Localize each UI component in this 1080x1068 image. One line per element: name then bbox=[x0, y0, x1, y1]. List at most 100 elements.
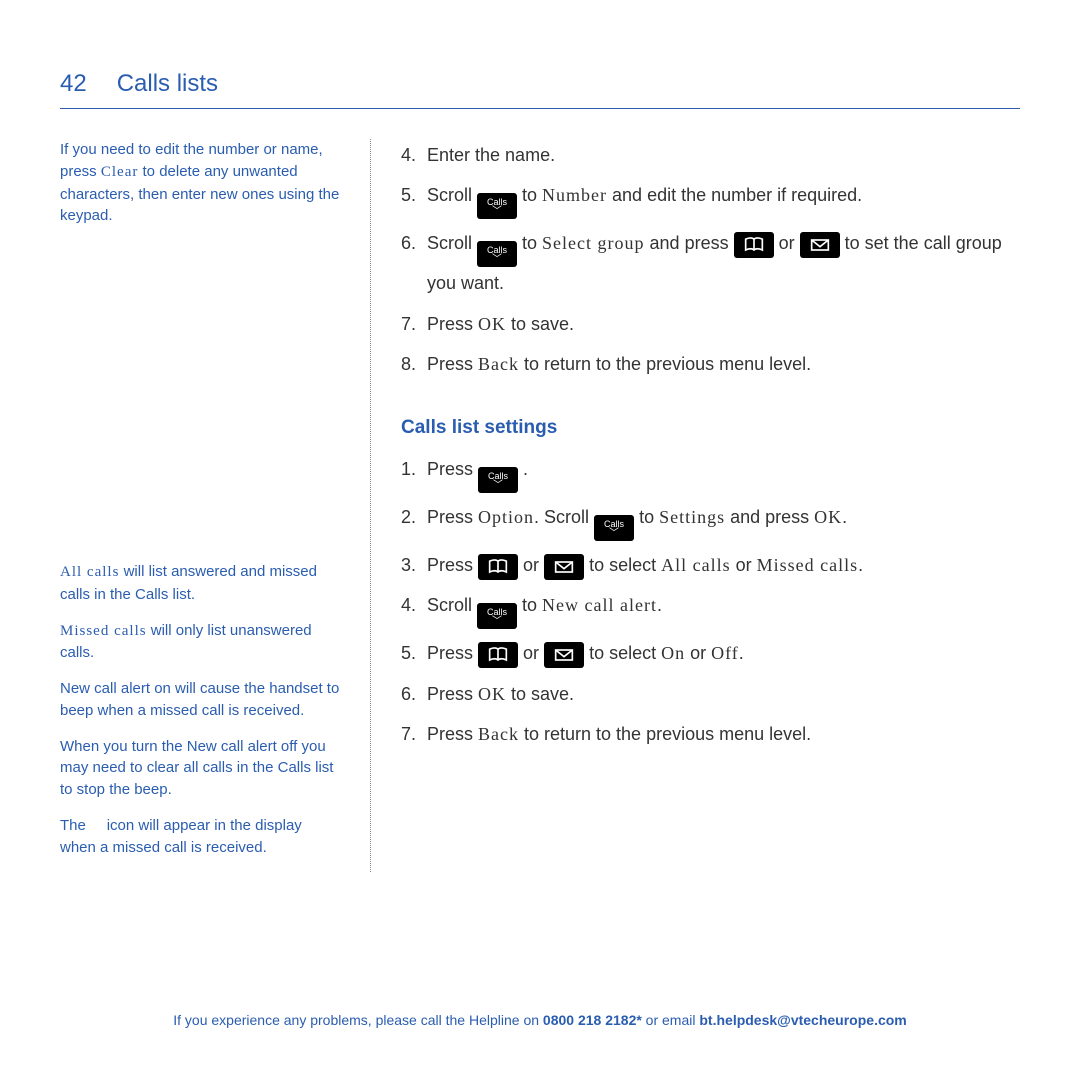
text: Press bbox=[427, 459, 478, 479]
stepb-6: 6. Press OK to save. bbox=[401, 678, 1020, 710]
calls-down-key-icon: Calls﹀ bbox=[477, 241, 517, 267]
text: Press bbox=[427, 724, 478, 744]
footer-text: If you experience any problems, please c… bbox=[173, 1012, 543, 1028]
step-number: 7. bbox=[401, 308, 416, 340]
envelope-key-icon bbox=[800, 232, 840, 258]
text: . bbox=[657, 595, 662, 615]
step-number: 2. bbox=[401, 501, 416, 533]
calls-down-key-icon: Calls﹀ bbox=[477, 603, 517, 629]
text: Press bbox=[427, 314, 478, 334]
sidebar-note-allcalls: All calls will list answered and missed … bbox=[60, 561, 340, 606]
text: . bbox=[858, 555, 863, 575]
sidebar-note-missedcalls: Missed calls will only list unanswered c… bbox=[60, 620, 340, 665]
footer-text: or email bbox=[642, 1012, 700, 1028]
text: to save. bbox=[506, 684, 574, 704]
step-6: 6. Scroll Calls﹀ to Select group and pre… bbox=[401, 227, 1020, 299]
text: Press bbox=[427, 354, 478, 374]
text: and edit the number if required. bbox=[607, 185, 862, 205]
step-number: 5. bbox=[401, 637, 416, 669]
text: icon will appear in the display when a m… bbox=[60, 817, 302, 856]
step-7: 7. Press OK to save. bbox=[401, 308, 1020, 340]
missed-calls-label: Missed calls bbox=[757, 555, 859, 575]
sidebar-note-edit: If you need to edit the number or name, … bbox=[60, 139, 340, 227]
all-calls-label: All calls bbox=[60, 564, 119, 580]
new-call-alert-label: New call alert bbox=[542, 595, 657, 615]
text: . bbox=[739, 643, 744, 663]
text: or bbox=[523, 643, 544, 663]
step-4: 4. Enter the name. bbox=[401, 139, 1020, 171]
text: to select bbox=[589, 643, 661, 663]
clear-label: Clear bbox=[101, 164, 138, 180]
book-key-icon bbox=[478, 642, 518, 668]
calls-down-key-icon: Calls﹀ bbox=[594, 515, 634, 541]
section-title: Calls lists bbox=[117, 70, 218, 98]
text: . bbox=[842, 507, 847, 527]
on-label: On bbox=[661, 643, 685, 663]
off-label: Off bbox=[711, 643, 739, 663]
page-footer: If you experience any problems, please c… bbox=[60, 1012, 1020, 1028]
text: to bbox=[522, 233, 542, 253]
ok-label: OK bbox=[478, 684, 506, 704]
text: to return to the previous menu level. bbox=[519, 724, 811, 744]
step-5: 5. Scroll Calls﹀ to Number and edit the … bbox=[401, 179, 1020, 219]
text: . bbox=[523, 459, 528, 479]
missed-calls-label: Missed calls bbox=[60, 623, 147, 639]
step-number: 4. bbox=[401, 139, 416, 171]
sidebar-notes: If you need to edit the number or name, … bbox=[60, 139, 340, 872]
text: Press bbox=[427, 643, 478, 663]
envelope-key-icon bbox=[544, 642, 584, 668]
page-header: 42 Calls lists bbox=[60, 70, 1020, 109]
select-group-label: Select group bbox=[542, 233, 644, 253]
ok-label: OK bbox=[814, 507, 842, 527]
calls-down-key-icon: Calls﹀ bbox=[478, 467, 518, 493]
step-number: 6. bbox=[401, 227, 416, 259]
all-calls-label: All calls bbox=[661, 555, 731, 575]
step-8: 8. Press Back to return to the previous … bbox=[401, 348, 1020, 380]
helpline-phone: 0800 218 2182* bbox=[543, 1012, 642, 1028]
page-number: 42 bbox=[60, 70, 87, 98]
text: and press bbox=[645, 233, 734, 253]
text: . Scroll bbox=[534, 507, 594, 527]
helpdesk-email: bt.helpdesk@vtecheurope.com bbox=[699, 1012, 906, 1028]
stepb-4: 4. Scroll Calls﹀ to New call alert. bbox=[401, 589, 1020, 629]
column-divider bbox=[370, 139, 371, 872]
text: to save. bbox=[506, 314, 574, 334]
stepb-2: 2. Press Option. Scroll Calls﹀ to Settin… bbox=[401, 501, 1020, 541]
main-instructions: 4. Enter the name. 5. Scroll Calls﹀ to N… bbox=[401, 139, 1020, 872]
text: Scroll bbox=[427, 185, 477, 205]
text: to return to the previous menu level. bbox=[519, 354, 811, 374]
step-number: 1. bbox=[401, 453, 416, 485]
step-number: 3. bbox=[401, 549, 416, 581]
back-label: Back bbox=[478, 354, 519, 374]
text: to select bbox=[589, 555, 661, 575]
instruction-list-a: 4. Enter the name. 5. Scroll Calls﹀ to N… bbox=[401, 139, 1020, 381]
book-key-icon bbox=[734, 232, 774, 258]
option-label: Option bbox=[478, 507, 534, 527]
text: The bbox=[60, 817, 90, 834]
text: or bbox=[685, 643, 711, 663]
stepb-1: 1. Press Calls﹀ . bbox=[401, 453, 1020, 493]
step-number: 8. bbox=[401, 348, 416, 380]
text: to bbox=[522, 595, 542, 615]
envelope-key-icon bbox=[544, 554, 584, 580]
text: Press bbox=[427, 684, 478, 704]
sidebar-note-icon: The icon will appear in the display when… bbox=[60, 815, 340, 859]
step-number: 4. bbox=[401, 589, 416, 621]
stepb-7: 7. Press Back to return to the previous … bbox=[401, 718, 1020, 750]
settings-label: Settings bbox=[659, 507, 725, 527]
text: or bbox=[779, 233, 800, 253]
step-number: 6. bbox=[401, 678, 416, 710]
text: to bbox=[639, 507, 659, 527]
manual-page: 42 Calls lists If you need to edit the n… bbox=[0, 0, 1080, 1068]
step-number: 5. bbox=[401, 179, 416, 211]
book-key-icon bbox=[478, 554, 518, 580]
subheading-calls-list-settings: Calls list settings bbox=[401, 411, 1020, 445]
text: Scroll bbox=[427, 595, 477, 615]
text: to bbox=[522, 185, 542, 205]
calls-down-key-icon: Calls﹀ bbox=[477, 193, 517, 219]
text: or bbox=[523, 555, 544, 575]
number-label: Number bbox=[542, 185, 607, 205]
stepb-5: 5. Press or to select On or Off. bbox=[401, 637, 1020, 669]
stepb-3: 3. Press or to select All calls or Misse… bbox=[401, 549, 1020, 581]
text: Scroll bbox=[427, 233, 477, 253]
